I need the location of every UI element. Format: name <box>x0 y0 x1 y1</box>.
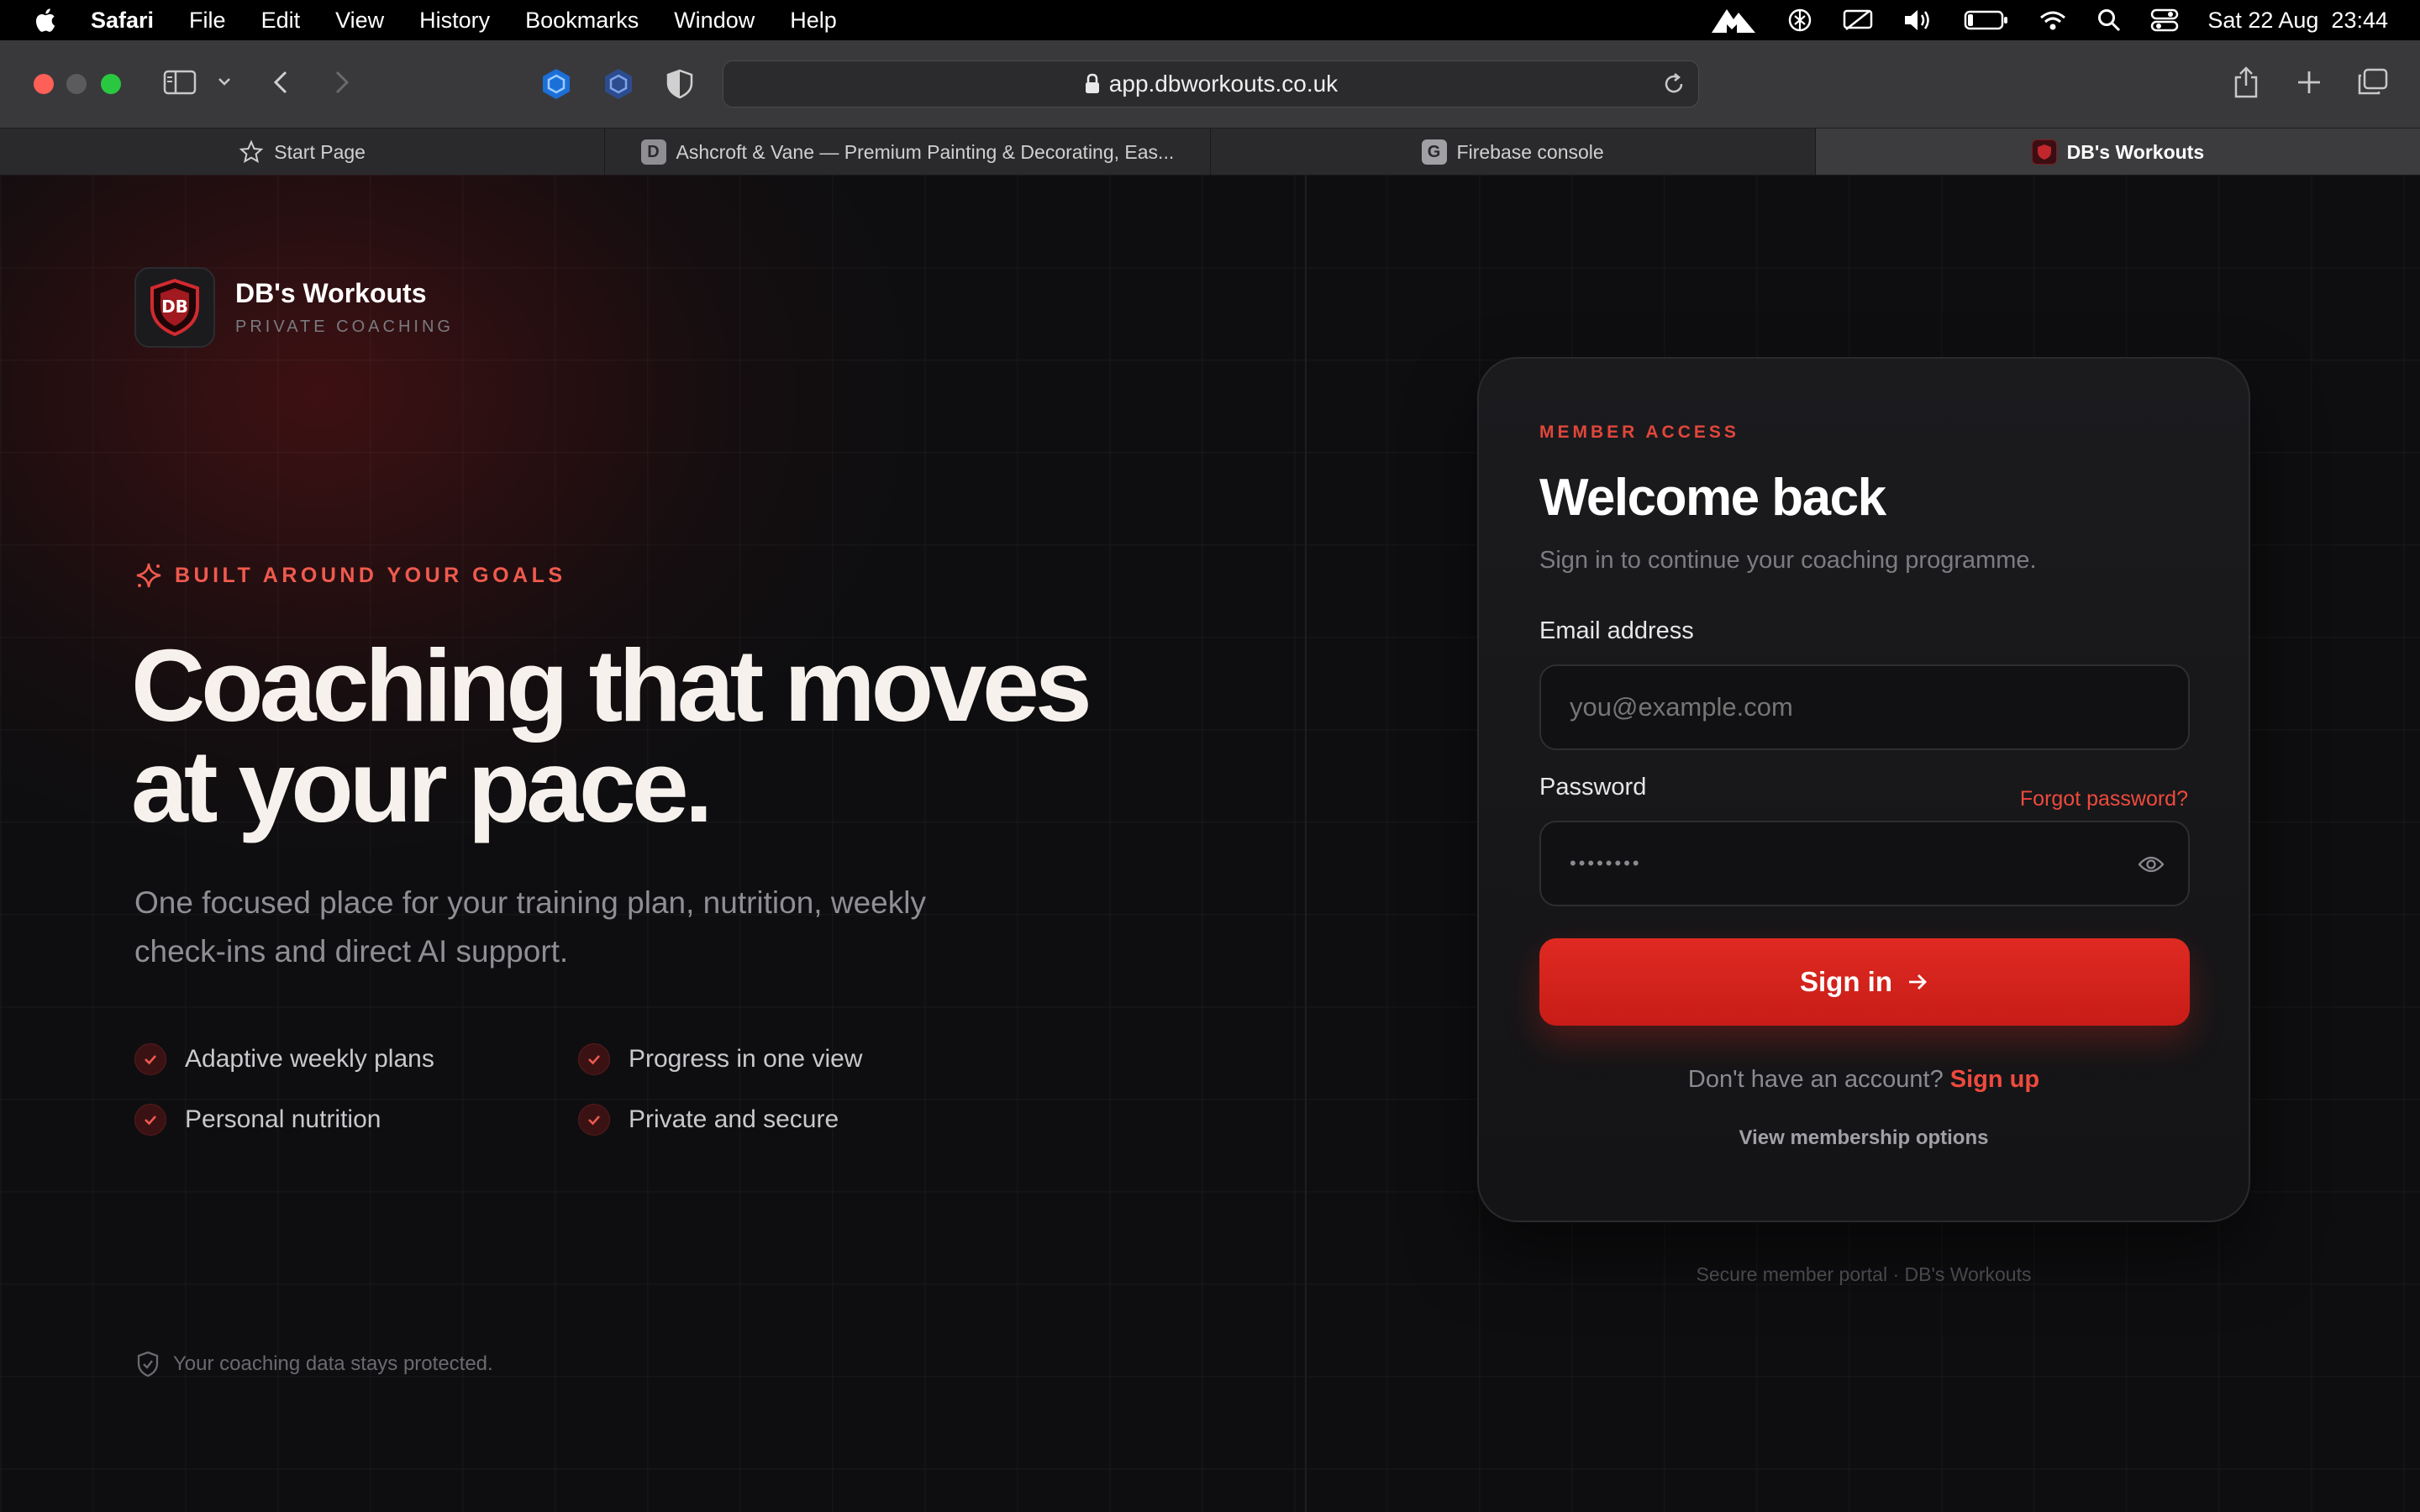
brand-tagline: PRIVATE COACHING <box>235 318 454 336</box>
protected-note-text: Your coaching data stays protected. <box>173 1352 493 1375</box>
extension-shield-icon[interactable] <box>539 67 573 101</box>
hero-title-line-2: at your pace. <box>131 729 713 843</box>
share-icon[interactable] <box>2232 66 2260 99</box>
chevron-down-icon[interactable] <box>217 74 232 89</box>
minimize-window-button[interactable] <box>66 74 87 94</box>
feature-item: Progress in one view <box>578 1043 862 1075</box>
brand-logo: DB <box>134 267 215 348</box>
hero-eyebrow: BUILT AROUND YOUR GOALS <box>134 561 566 590</box>
card-eyebrow: MEMBER ACCESS <box>1539 423 1739 442</box>
sign-up-link[interactable]: Sign up <box>1950 1066 2039 1093</box>
membership-options-link[interactable]: View membership options <box>1479 1126 2249 1150</box>
forgot-password-link[interactable]: Forgot password? <box>2020 787 2188 811</box>
close-window-button[interactable] <box>34 74 54 94</box>
check-icon <box>134 1104 166 1136</box>
footer-note: Secure member portal · DB's Workouts <box>1696 1263 2032 1285</box>
password-field[interactable]: •••••••• <box>1539 821 2190 906</box>
tab-favicon: G <box>1421 139 1447 165</box>
volume-icon[interactable] <box>1902 7 1935 34</box>
menu-history[interactable]: History <box>419 8 490 34</box>
spotlight-search-icon[interactable] <box>2096 8 2122 33</box>
extension-hex-icon[interactable] <box>602 67 635 101</box>
shield-check-icon <box>137 1351 159 1378</box>
screen-mirroring-icon[interactable] <box>1843 8 1873 33</box>
card-title: Welcome back <box>1539 469 1886 527</box>
sidebar-toggle-icon[interactable] <box>163 69 197 96</box>
email-field[interactable] <box>1539 664 2190 750</box>
tab-favicon: D <box>640 139 666 165</box>
menu-bar: Safari File Edit View History Bookmarks … <box>0 0 2420 40</box>
brand-header[interactable]: DB DB's Workouts PRIVATE COACHING <box>134 267 454 348</box>
hero-title-line-1: Coaching that moves <box>131 628 1092 743</box>
password-value: •••••••• <box>1570 853 1642 874</box>
check-icon <box>578 1104 610 1136</box>
menu-view[interactable]: View <box>335 8 384 34</box>
tab-ashcroft-vane[interactable]: D Ashcroft & Vane — Premium Painting & D… <box>605 129 1211 176</box>
tab-start-page[interactable]: Start Page <box>0 129 606 176</box>
lock-icon <box>1085 73 1099 93</box>
forward-icon[interactable] <box>332 69 352 96</box>
menu-edit[interactable]: Edit <box>261 8 301 34</box>
check-icon <box>134 1043 166 1075</box>
menu-file[interactable]: File <box>189 8 226 34</box>
tab-dbs-workouts[interactable]: DB's Workouts <box>1815 129 2420 176</box>
check-icon <box>578 1043 610 1075</box>
signup-row: Don't have an account? Sign up <box>1479 1066 2249 1094</box>
menu-app-name[interactable]: Safari <box>91 8 154 34</box>
page-content: DB DB's Workouts PRIVATE COACHING BUILT … <box>0 175 2420 1512</box>
hero-title: Coaching that moves at your pace. <box>131 628 1173 843</box>
eyebrow-text: BUILT AROUND YOUR GOALS <box>175 563 566 587</box>
arrow-right-icon <box>1909 974 1927 990</box>
tab-label: DB's Workouts <box>2066 140 2205 163</box>
tab-firebase-console[interactable]: G Firebase console <box>1211 129 1816 176</box>
tab-label: Start Page <box>274 140 366 163</box>
panel-divider <box>1305 175 1307 1512</box>
apple-icon[interactable] <box>32 7 57 34</box>
tab-bar: Start Page D Ashcroft & Vane — Premium P… <box>0 128 2420 176</box>
menu-window[interactable]: Window <box>674 8 755 34</box>
wifi-icon[interactable] <box>2038 8 2068 33</box>
login-card: MEMBER ACCESS Welcome back Sign in to co… <box>1477 357 2250 1222</box>
sign-in-label: Sign in <box>1800 966 1892 997</box>
card-subtitle: Sign in to continue your coaching progra… <box>1539 547 2037 574</box>
eye-icon[interactable] <box>2138 853 2165 876</box>
menubar-clock[interactable]: Sat 22 Aug 23:44 <box>2207 8 2388 34</box>
back-icon[interactable] <box>271 69 291 96</box>
chatgpt-icon[interactable] <box>1786 6 1814 34</box>
tab-label: Ashcroft & Vane — Premium Painting & Dec… <box>676 140 1175 163</box>
feature-item: Adaptive weekly plans <box>134 1043 434 1075</box>
feature-label: Adaptive weekly plans <box>185 1045 434 1073</box>
mountain-app-icon[interactable] <box>1710 6 1757 34</box>
menu-help[interactable]: Help <box>790 8 837 34</box>
tab-label: Firebase console <box>1456 140 1604 163</box>
url-text: app.dbworkouts.co.uk <box>1108 71 1339 97</box>
feature-label: Progress in one view <box>629 1045 863 1073</box>
svg-text:DB: DB <box>161 297 188 317</box>
battery-icon[interactable] <box>1964 9 2009 31</box>
feature-label: Personal nutrition <box>185 1105 381 1133</box>
sign-in-button[interactable]: Sign in <box>1539 938 2190 1026</box>
no-account-text: Don't have an account? <box>1687 1066 1944 1093</box>
feature-item: Personal nutrition <box>134 1104 381 1136</box>
feature-label: Private and secure <box>629 1105 839 1133</box>
address-bar[interactable]: app.dbworkouts.co.uk <box>723 60 1699 108</box>
star-icon <box>239 139 264 164</box>
menu-bookmarks[interactable]: Bookmarks <box>525 8 639 34</box>
zoom-window-button[interactable] <box>101 74 121 94</box>
password-label: Password <box>1539 774 1647 801</box>
email-label: Email address <box>1539 617 1694 644</box>
control-center-icon[interactable] <box>2150 8 2179 33</box>
tab-overview-icon[interactable] <box>2356 67 2390 97</box>
brand-name: DB's Workouts <box>235 278 427 308</box>
feature-item: Private and secure <box>578 1104 839 1136</box>
privacy-shield-icon[interactable] <box>666 69 694 99</box>
sparkle-icon <box>136 563 161 588</box>
hero-subtitle: One focused place for your training plan… <box>134 885 926 969</box>
reload-icon[interactable] <box>1661 71 1686 97</box>
new-tab-icon[interactable] <box>2296 69 2323 96</box>
protected-note: Your coaching data stays protected. <box>136 1351 493 1378</box>
dbs-workouts-favicon <box>2031 139 2057 165</box>
